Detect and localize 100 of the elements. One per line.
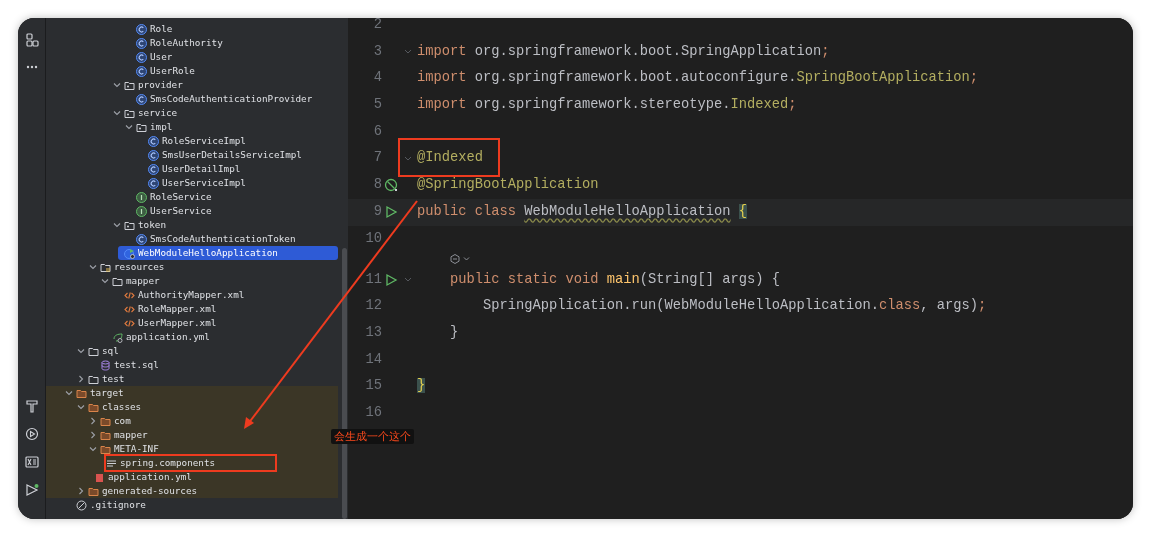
tree-item[interactable]: UserServiceImpl <box>142 176 338 190</box>
tree-item[interactable]: UserRole <box>130 64 338 78</box>
line-number: 14 <box>364 350 382 369</box>
tree-item[interactable]: service <box>112 106 338 120</box>
tree-item[interactable]: Role <box>130 22 338 36</box>
package-icon <box>136 121 147 133</box>
expand-chevron-icon[interactable] <box>76 346 86 356</box>
tree-item[interactable]: SmsUserDetailsServiceImpl <box>142 148 338 162</box>
spring-class-icon <box>124 247 135 259</box>
class-icon <box>136 37 147 49</box>
class-icon <box>148 163 159 175</box>
run-icon[interactable] <box>384 205 398 220</box>
run-icon[interactable] <box>24 483 39 497</box>
hammer-icon[interactable] <box>24 399 39 413</box>
tree-item[interactable]: generated-sources <box>46 484 338 498</box>
tree-item[interactable]: UserService <box>130 204 338 218</box>
text-file-icon <box>106 457 117 469</box>
expand-chevron-icon[interactable] <box>112 220 122 230</box>
run-icon[interactable] <box>384 272 398 287</box>
tree-item[interactable]: application.yml <box>46 470 338 484</box>
tree-item[interactable]: application.yml <box>106 330 338 344</box>
tree-item[interactable]: test.sql <box>94 358 338 372</box>
expand-chevron-icon[interactable] <box>112 108 122 118</box>
code-text: public class WebModuleHelloApplication { <box>416 202 748 221</box>
yaml-file-icon <box>94 471 105 483</box>
fold-icon[interactable] <box>403 155 412 162</box>
expand-chevron-icon[interactable] <box>88 262 98 272</box>
tree-item[interactable]: User <box>130 50 338 64</box>
code-text: } <box>416 377 426 396</box>
tree-item[interactable]: RoleAuthority <box>130 36 338 50</box>
tree-item[interactable]: SmsCodeAuthenticationProvider <box>130 92 338 106</box>
tree-item[interactable]: spring.components <box>46 456 338 470</box>
class-icon <box>136 93 147 105</box>
code-text: SpringApplication.run(WebModuleHelloApplication.class, args); <box>482 297 987 316</box>
fold-icon[interactable] <box>403 276 412 283</box>
folder-icon <box>88 485 99 497</box>
line-number: 6 <box>372 122 382 141</box>
resources-folder-icon <box>100 261 111 273</box>
spreadsheet-icon[interactable] <box>24 455 39 469</box>
line-number: 8 <box>372 176 382 195</box>
class-icon <box>136 23 147 35</box>
folder-icon <box>76 387 87 399</box>
folder-icon <box>100 415 111 427</box>
tree-item[interactable]: target <box>46 386 338 400</box>
tree-item[interactable]: test <box>76 372 338 386</box>
expand-chevron-icon[interactable] <box>112 80 122 90</box>
folder-icon <box>100 429 111 441</box>
tree-item[interactable]: RoleService <box>130 190 338 204</box>
structure-icon[interactable] <box>24 33 39 47</box>
bean-icon[interactable] <box>384 178 398 193</box>
code-text: @Indexed <box>416 149 483 168</box>
line-number: 2 <box>372 18 382 35</box>
tree-item[interactable]: UserDetailImpl <box>142 162 338 176</box>
expand-chevron-icon[interactable] <box>76 402 86 412</box>
line-number: 11 <box>364 270 382 289</box>
tree-item[interactable]: classes <box>46 400 338 414</box>
interface-icon <box>136 191 147 203</box>
code-text: import org.springframework.stereotype.Indexed; <box>416 96 797 115</box>
line-number: 10 <box>364 229 382 248</box>
tree-item[interactable]: resources <box>88 260 338 274</box>
class-icon <box>136 233 147 245</box>
package-icon <box>124 79 135 91</box>
tree-item[interactable]: provider <box>112 78 338 92</box>
expand-chevron-icon[interactable] <box>64 388 74 398</box>
tree-item[interactable]: UserMapper.xml <box>118 316 338 330</box>
tree-item[interactable]: META-INF <box>46 442 338 456</box>
play-circle-icon[interactable] <box>24 427 39 441</box>
line-number: 7 <box>372 149 382 168</box>
expand-chevron-icon[interactable] <box>100 276 110 286</box>
tree-item[interactable]: .gitignore <box>70 498 338 512</box>
leaf-file-icon <box>112 331 123 343</box>
code-vision-icon[interactable] <box>450 254 472 265</box>
fold-icon[interactable] <box>403 49 412 56</box>
folder-icon <box>88 373 99 385</box>
line-number: 12 <box>364 297 382 316</box>
collapse-chevron-icon[interactable] <box>76 374 86 384</box>
folder-icon <box>100 443 111 455</box>
collapse-chevron-icon[interactable] <box>76 486 86 496</box>
tree-item[interactable]: RoleServiceImpl <box>142 134 338 148</box>
code-text: @SpringBootApplication <box>416 176 599 195</box>
tree-item[interactable]: token <box>112 218 338 232</box>
tree-item[interactable]: mapper <box>100 274 338 288</box>
expand-chevron-icon[interactable] <box>88 444 98 454</box>
class-icon <box>148 149 159 161</box>
tree-item[interactable]: WebModuleHelloApplication <box>118 246 338 260</box>
collapse-chevron-icon[interactable] <box>88 430 98 440</box>
tree-item[interactable]: impl <box>124 120 338 134</box>
ignore-file-icon <box>76 499 87 511</box>
expand-chevron-icon[interactable] <box>124 122 134 132</box>
code-text: public static void main(String[] args) { <box>449 270 781 289</box>
line-number: 13 <box>364 323 382 342</box>
tree-item[interactable]: sql <box>76 344 338 358</box>
tree-item[interactable]: SmsCodeAuthenticationToken <box>130 232 338 246</box>
line-number: 16 <box>364 403 382 422</box>
collapse-chevron-icon[interactable] <box>88 416 98 426</box>
class-icon <box>148 135 159 147</box>
folder-icon <box>88 401 99 413</box>
tree-item[interactable]: com <box>46 414 338 428</box>
tree-item[interactable]: AuthorityMapper.xml <box>118 288 338 302</box>
tree-item[interactable]: RoleMapper.xml <box>118 302 338 316</box>
